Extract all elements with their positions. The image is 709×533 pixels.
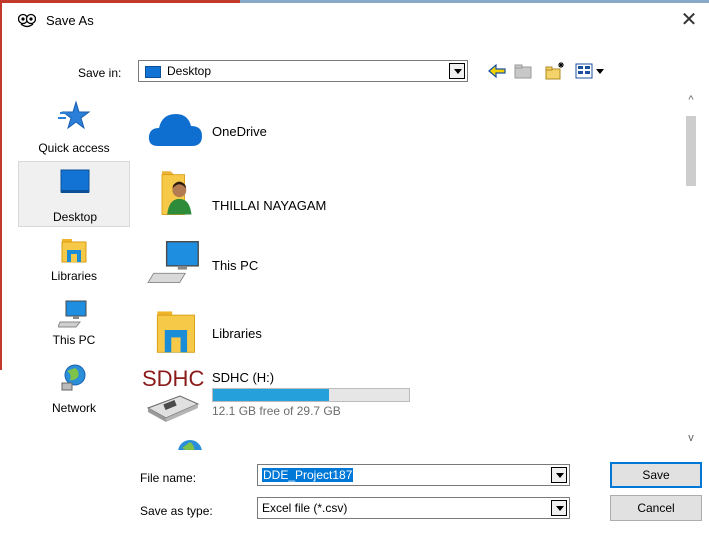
place-label: Libraries <box>50 269 98 283</box>
close-button[interactable]: ✕ <box>677 9 701 33</box>
user-folder-icon <box>161 171 192 215</box>
place-network[interactable]: Network <box>18 357 130 423</box>
title-bar[interactable]: Save As ✕ <box>2 3 709 37</box>
place-quick-access[interactable]: Quick access <box>18 95 130 161</box>
up-folder-icon[interactable] <box>512 61 534 81</box>
new-folder-icon[interactable] <box>544 61 566 81</box>
save-type-value: Excel file (*.csv) <box>262 501 348 515</box>
place-label: This PC <box>52 333 96 347</box>
file-name: Libraries <box>212 326 262 341</box>
list-item-libraries[interactable]: Libraries <box>138 302 684 362</box>
save-as-dialog: Save As ✕ Save in: Desktop Quick access … <box>2 3 709 533</box>
svg-text:SDHC: SDHC <box>142 366 204 391</box>
save-type-dropdown[interactable]: Excel file (*.csv) <box>257 497 570 519</box>
places-bar: Quick access Desktop Libraries This PC N… <box>18 95 130 455</box>
place-libraries[interactable]: Libraries <box>18 229 130 295</box>
libraries-icon <box>61 239 87 263</box>
list-item-this-pc[interactable]: This PC <box>138 234 684 294</box>
drive-usage-bar <box>212 388 410 402</box>
desktop-icon <box>60 169 90 193</box>
libraries-icon <box>156 311 195 353</box>
place-this-pc[interactable]: This PC <box>18 293 130 359</box>
vertical-scrollbar[interactable]: ^ v <box>682 90 700 450</box>
file-name: THILLAI NAYAGAM <box>212 198 327 213</box>
drive-free-space: 12.1 GB free of 29.7 GB <box>212 404 341 418</box>
file-list: OneDrive THILLAI NAYAGAM This PC Librari… <box>138 90 684 450</box>
network-icon <box>61 364 86 391</box>
list-item-onedrive[interactable]: OneDrive <box>138 100 684 160</box>
place-desktop[interactable]: Desktop <box>18 161 130 227</box>
sd-card-drive-icon: SDHC <box>142 366 204 422</box>
file-name-label: File name: <box>140 471 197 485</box>
view-menu-icon[interactable] <box>574 61 612 81</box>
file-name-value[interactable]: DDE_Project187 <box>262 468 354 482</box>
save-in-dropdown[interactable]: Desktop <box>138 60 468 82</box>
save-in-label: Save in: <box>78 66 122 80</box>
chevron-down-icon[interactable] <box>449 63 465 79</box>
dialog-title: Save As <box>46 13 94 28</box>
onedrive-icon <box>148 114 202 146</box>
computer-icon <box>58 300 87 328</box>
back-arrow-icon[interactable] <box>486 61 508 81</box>
scroll-down-button[interactable]: v <box>682 432 700 446</box>
cancel-button[interactable]: Cancel <box>610 495 702 521</box>
drive-usage-fill <box>213 389 329 401</box>
star-icon <box>58 101 90 130</box>
save-in-value: Desktop <box>167 64 212 78</box>
scroll-thumb[interactable] <box>686 116 696 186</box>
desktop-icon <box>145 66 161 78</box>
file-name: OneDrive <box>212 124 267 139</box>
place-label: Desktop <box>52 210 98 224</box>
save-button[interactable]: Save <box>610 462 702 488</box>
file-name: This PC <box>212 258 259 273</box>
chevron-down-icon[interactable] <box>551 467 567 483</box>
network-drive-icon <box>178 440 202 450</box>
scroll-up-button[interactable]: ^ <box>682 94 700 108</box>
file-name: SDHC (H:) <box>212 370 275 385</box>
file-name-field[interactable]: DDE_Project187 <box>257 464 570 486</box>
place-label: Quick access <box>38 141 110 155</box>
list-item-user-folder[interactable]: THILLAI NAYAGAM <box>138 166 684 226</box>
computer-icon <box>147 241 199 284</box>
chevron-down-icon[interactable] <box>551 500 567 516</box>
save-type-label: Save as type: <box>140 504 213 518</box>
app-icon <box>18 13 36 28</box>
place-label: Network <box>51 401 96 415</box>
